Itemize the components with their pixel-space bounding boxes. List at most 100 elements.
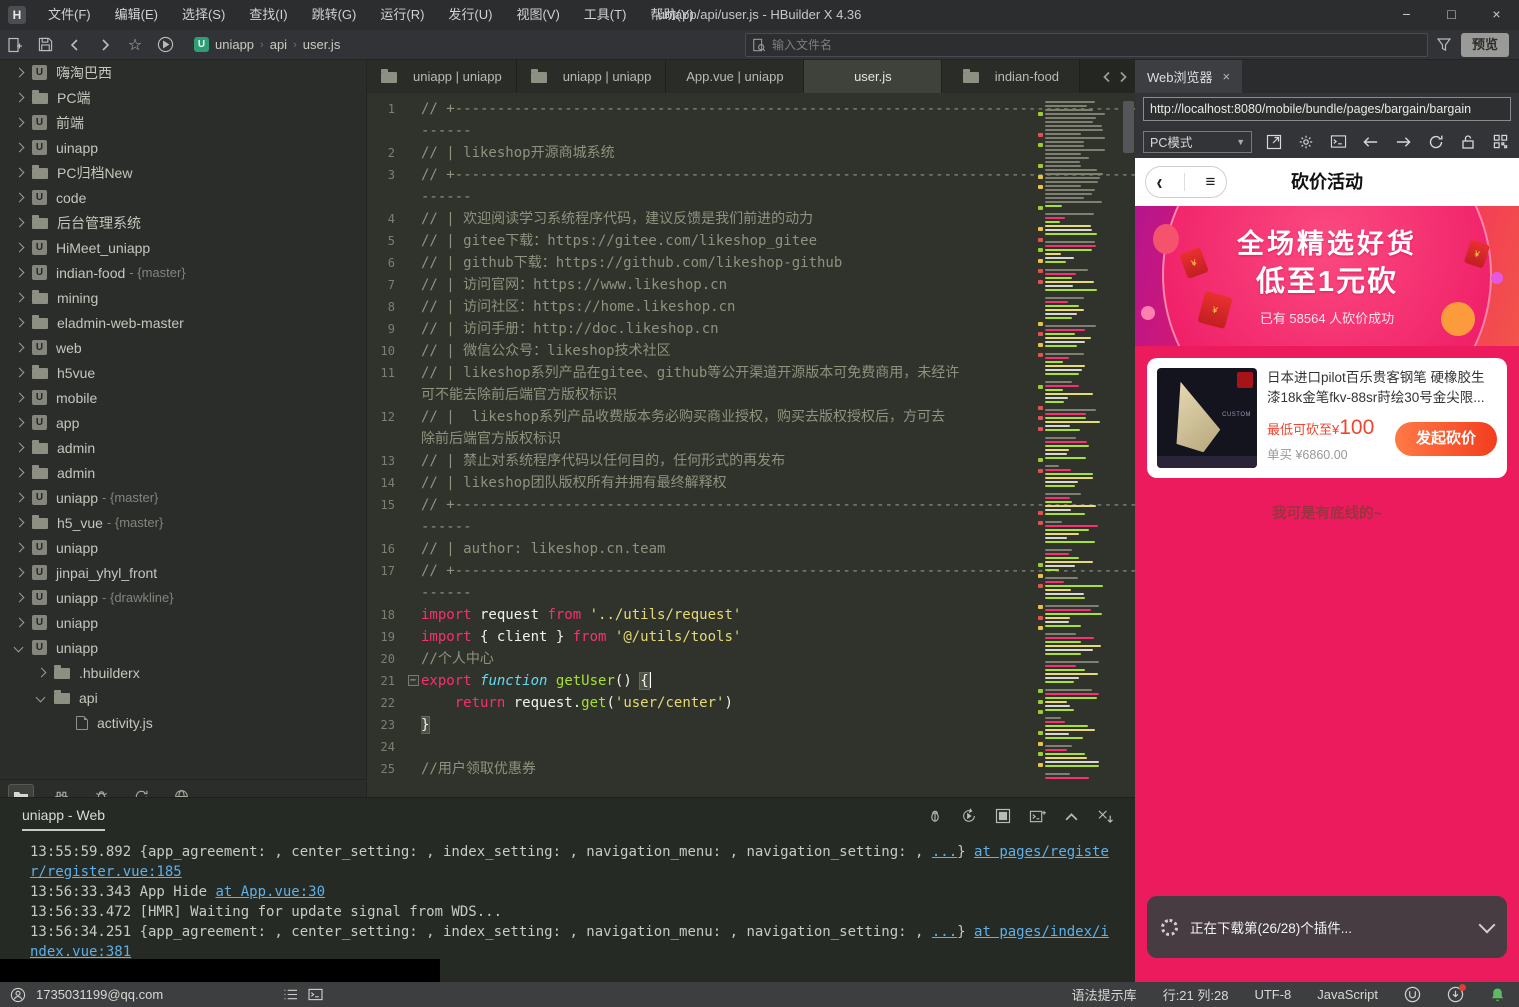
close-button[interactable]: ×: [1474, 0, 1519, 30]
tree-chevron-icon[interactable]: [14, 68, 24, 78]
menu-item[interactable]: 运行(R): [368, 0, 436, 30]
browser-settings-gear-icon[interactable]: [1296, 131, 1317, 153]
editor-scrollbar[interactable]: [1122, 93, 1135, 797]
code-line[interactable]: 23}: [367, 714, 1135, 736]
editor-tab[interactable]: uniapp | uniapp: [517, 60, 667, 93]
tree-chevron-icon[interactable]: [14, 218, 24, 228]
tree-chevron-icon[interactable]: [14, 518, 24, 528]
tree-item[interactable]: Uuniapp: [0, 535, 366, 560]
collapse-panel-icon[interactable]: [1061, 806, 1081, 826]
tree-chevron-icon[interactable]: [58, 718, 68, 728]
account-email[interactable]: 1735031199@qq.com: [36, 987, 163, 1002]
code-line[interactable]: 12// | likeshop系列产品收费版本务必购买商业授权，购买去版权授权后…: [367, 406, 1135, 428]
tree-chevron-icon[interactable]: [14, 118, 24, 128]
tabs-scroll-left-icon[interactable]: [1101, 71, 1113, 83]
console-link[interactable]: at App.vue:30: [215, 884, 325, 900]
tree-item[interactable]: Ujinpai_yhyl_front: [0, 560, 366, 585]
code-line[interactable]: ------: [367, 186, 1135, 208]
code-line[interactable]: 24: [367, 736, 1135, 758]
toast-collapse-chevron-icon[interactable]: [1479, 917, 1496, 934]
code-line[interactable]: 21−export function getUser() {: [367, 670, 1135, 692]
code-line[interactable]: 13// | 禁止对系统程序代码以任何目的，任何形式的再发布: [367, 450, 1135, 472]
code-line[interactable]: ------: [367, 516, 1135, 538]
tree-chevron-icon[interactable]: [14, 643, 24, 653]
browser-back-icon[interactable]: [1360, 131, 1381, 153]
tree-item[interactable]: Uuinapp: [0, 135, 366, 160]
tree-item[interactable]: Uuniapp- {master}: [0, 485, 366, 510]
file-search-input[interactable]: [772, 38, 1427, 52]
tree-chevron-icon[interactable]: [14, 468, 24, 478]
tree-chevron-icon[interactable]: [14, 543, 24, 553]
tree-item[interactable]: PC归档New: [0, 160, 366, 185]
debug-bug-icon[interactable]: [88, 784, 114, 798]
update-download-icon[interactable]: [1447, 986, 1464, 1003]
tree-chevron-icon[interactable]: [14, 93, 24, 103]
tree-item[interactable]: admin: [0, 460, 366, 485]
code-line[interactable]: 16// | author: likeshop.cn.team: [367, 538, 1135, 560]
tree-chevron-icon[interactable]: [14, 293, 24, 303]
product-card[interactable]: CUSTOM 日本进口pilot百乐贵客钢笔 硬橡胶生漆18k金笔fkv-88s…: [1147, 358, 1507, 478]
code-line[interactable]: 5// | gitee下载：https://gitee.com/likeshop…: [367, 230, 1135, 252]
tree-chevron-icon[interactable]: [14, 318, 24, 328]
tree-chevron-icon[interactable]: [14, 418, 24, 428]
code-area[interactable]: 1// +-----------------------------------…: [367, 93, 1135, 797]
encoding-label[interactable]: UTF-8: [1254, 987, 1291, 1002]
code-line[interactable]: 20//个人中心: [367, 648, 1135, 670]
search-binoculars-icon[interactable]: [48, 784, 74, 798]
url-box[interactable]: [1143, 97, 1511, 121]
menu-item[interactable]: 文件(F): [36, 0, 103, 30]
browser-refresh-icon[interactable]: [1425, 131, 1446, 153]
terminal-icon[interactable]: [308, 988, 323, 1001]
device-mode-select[interactable]: PC模式 ▼: [1143, 131, 1252, 153]
unlock-icon[interactable]: [1457, 131, 1478, 153]
clear-console-icon[interactable]: [1095, 806, 1115, 826]
tree-chevron-icon[interactable]: [14, 168, 24, 178]
code-line[interactable]: 22 return request.get('user/center'): [367, 692, 1135, 714]
editor-tab[interactable]: uniapp | uniapp: [367, 60, 517, 93]
account-avatar-icon[interactable]: [10, 987, 26, 1003]
breadcrumb-file[interactable]: user.js: [303, 37, 341, 52]
menu-item[interactable]: 选择(S): [170, 0, 237, 30]
stop-icon[interactable]: [993, 806, 1013, 826]
browser-forward-icon[interactable]: [1393, 131, 1414, 153]
tree-item[interactable]: Umobile: [0, 385, 366, 410]
tree-item[interactable]: mining: [0, 285, 366, 310]
code-line[interactable]: 19import { client } from '@/utils/tools': [367, 626, 1135, 648]
code-line[interactable]: 6// | github下载：https://github.com/likesh…: [367, 252, 1135, 274]
browser-tab-close-icon[interactable]: ×: [1223, 69, 1231, 84]
menu-item[interactable]: 工具(T): [572, 0, 639, 30]
tree-item[interactable]: 后台管理系统: [0, 210, 366, 235]
tree-chevron-icon[interactable]: [14, 393, 24, 403]
open-external-icon[interactable]: [1263, 131, 1284, 153]
code-line[interactable]: 14// | likeshop团队版权所有并拥有最终解释权: [367, 472, 1135, 494]
tree-item[interactable]: UHiMeet_uniapp: [0, 235, 366, 260]
tree-chevron-icon[interactable]: [14, 243, 24, 253]
tree-item[interactable]: activity.js: [0, 710, 366, 735]
maximize-button[interactable]: □: [1429, 0, 1474, 30]
code-line[interactable]: 可不能去除前后端官方版权标识: [367, 384, 1135, 406]
tabs-scroll-right-icon[interactable]: [1117, 71, 1129, 83]
menu-item[interactable]: 发行(U): [436, 0, 504, 30]
save-icon[interactable]: [30, 32, 60, 58]
explorer-folder-icon[interactable]: [8, 784, 34, 798]
tree-item[interactable]: PC端: [0, 85, 366, 110]
run-icon[interactable]: [150, 32, 180, 58]
code-line[interactable]: ------: [367, 120, 1135, 142]
tree-item[interactable]: U嗨淘巴西: [0, 60, 366, 85]
editor-tab[interactable]: user.js: [804, 60, 942, 93]
code-line[interactable]: 3// +-----------------------------------…: [367, 164, 1135, 186]
menu-item[interactable]: 编辑(E): [103, 0, 170, 30]
tree-item[interactable]: eladmin-web-master: [0, 310, 366, 335]
tree-item[interactable]: Uindian-food- {master}: [0, 260, 366, 285]
debug-icon[interactable]: [925, 806, 945, 826]
code-editor[interactable]: uniapp | uniappuniapp | uniappApp.vue | …: [367, 60, 1135, 797]
code-line[interactable]: 除前后端官方版权标识: [367, 428, 1135, 450]
code-line[interactable]: 8// | 访问社区：https://home.likeshop.cn: [367, 296, 1135, 318]
tree-item[interactable]: api: [0, 685, 366, 710]
code-line[interactable]: 4// | 欢迎阅读学习系统程序代码，建议反馈是我们前进的动力: [367, 208, 1135, 230]
browser-tab[interactable]: Web浏览器 ×: [1135, 60, 1242, 93]
code-line[interactable]: 9// | 访问手册：http://doc.likeshop.cn: [367, 318, 1135, 340]
tree-item[interactable]: Uuniapp- {drawkline}: [0, 585, 366, 610]
favorite-star-icon[interactable]: ☆: [120, 32, 150, 58]
file-search-box[interactable]: [745, 33, 1428, 57]
